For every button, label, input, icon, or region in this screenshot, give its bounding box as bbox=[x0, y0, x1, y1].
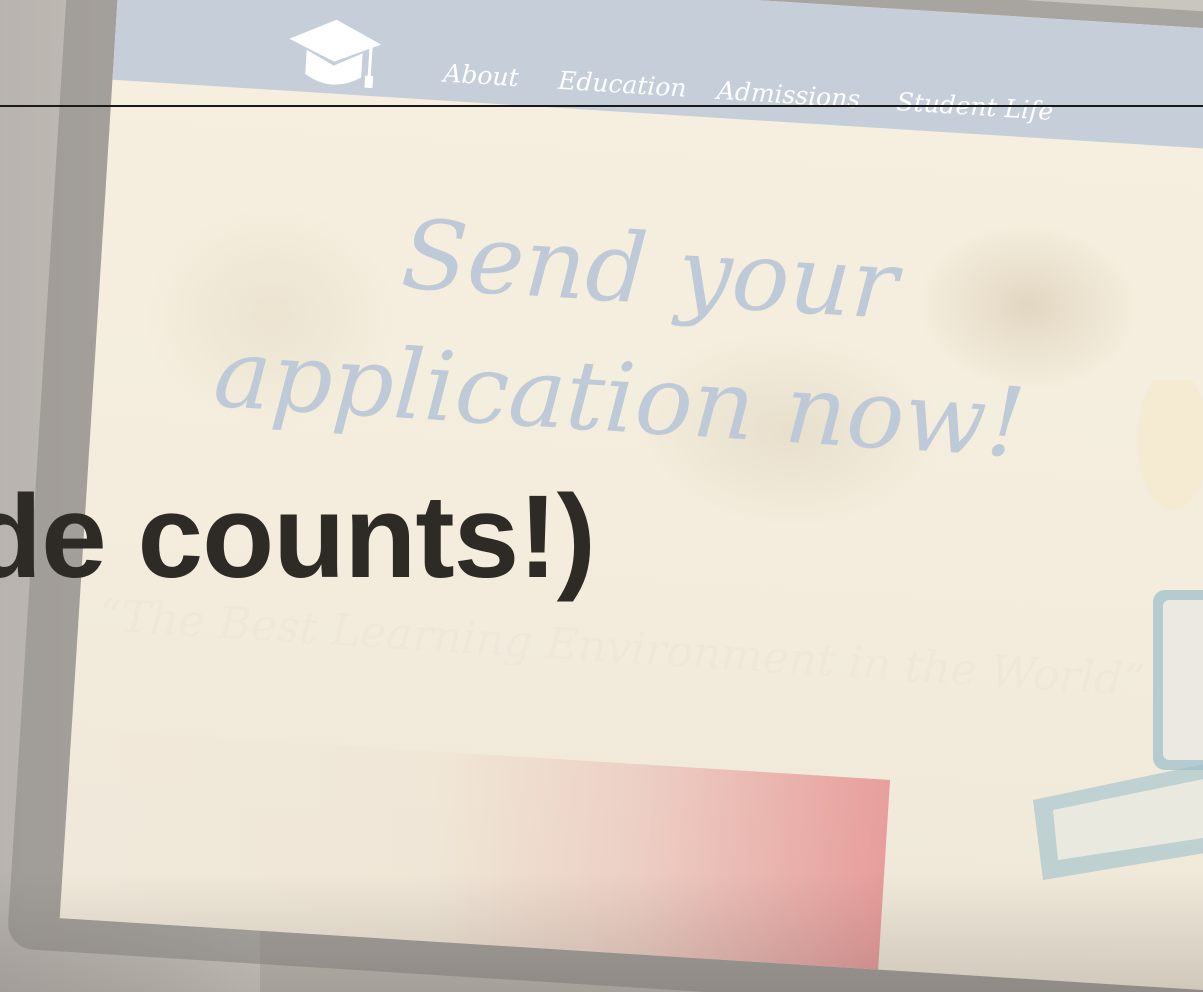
books-stack-image bbox=[1033, 380, 1203, 880]
horizontal-divider bbox=[0, 105, 1203, 107]
website-navbar: About Education Admissions Student Life bbox=[112, 0, 1203, 153]
nav-link-about[interactable]: About bbox=[443, 59, 520, 93]
bottom-shadow bbox=[0, 872, 1203, 992]
hero-headline-line2: application now! bbox=[210, 316, 1029, 480]
photo-scene: About Education Admissions Student Life … bbox=[0, 0, 1203, 992]
nav-link-education[interactable]: Education bbox=[557, 66, 687, 103]
nav-link-admissions[interactable]: Admissions bbox=[716, 76, 861, 114]
graduation-cap-icon[interactable] bbox=[282, 11, 387, 97]
overlay-heading: de counts!) bbox=[0, 471, 596, 603]
hero-tagline: “The Best Learning Environment in the Wo… bbox=[97, 590, 1147, 707]
hero-headline-line1: Send your bbox=[398, 198, 901, 342]
